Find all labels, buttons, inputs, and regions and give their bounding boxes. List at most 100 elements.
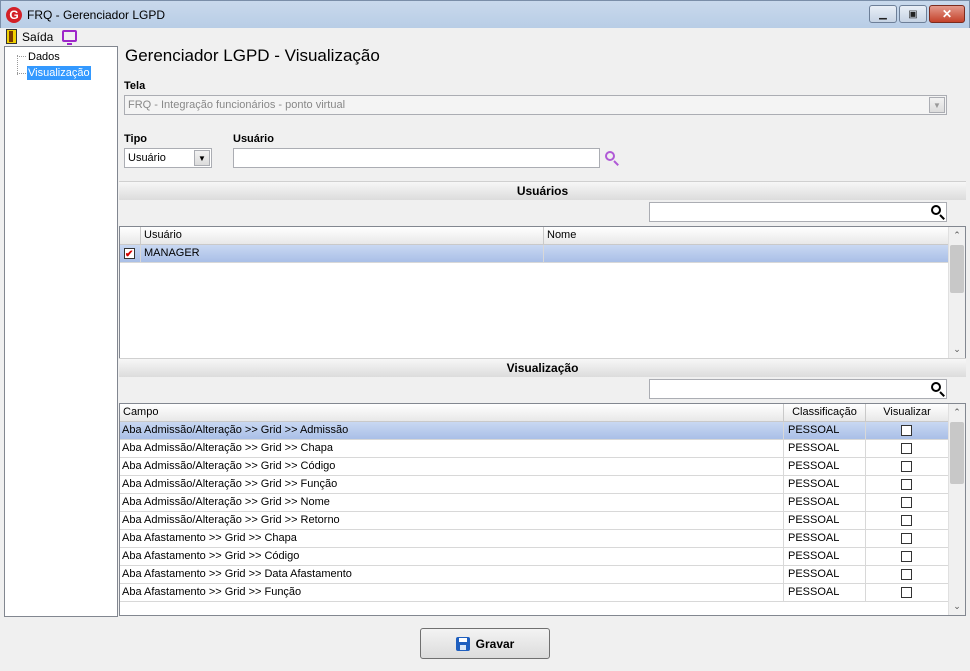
user-usuario-cell: MANAGER <box>141 245 544 262</box>
campo-cell: Aba Afastamento >> Grid >> Código <box>120 548 784 565</box>
table-row[interactable]: Aba Admissão/Alteração >> Grid >> Chapa P… <box>120 440 949 458</box>
tree-connector <box>17 73 26 74</box>
chevron-down-icon: ▼ <box>929 97 945 113</box>
campo-cell: Aba Admissão/Alteração >> Grid >> Chapa <box>120 440 784 457</box>
view-col-campo[interactable]: Campo <box>120 404 784 422</box>
table-row[interactable]: Aba Admissão/Alteração >> Grid >> Código… <box>120 458 949 476</box>
table-row[interactable]: MANAGER <box>120 245 949 263</box>
users-scroll-thumb[interactable] <box>950 245 964 293</box>
classificacao-cell: PESSOAL <box>784 458 866 475</box>
visualizar-cell <box>866 566 949 583</box>
view-col-visualizar[interactable]: Visualizar <box>866 404 949 422</box>
save-button-label: Gravar <box>475 636 515 651</box>
scroll-up-icon[interactable]: ⌃ <box>949 404 965 421</box>
classificacao-cell: PESSOAL <box>784 476 866 493</box>
tela-select-value: FRQ - Integração funcionários - ponto vi… <box>128 99 346 111</box>
users-grid-scrollbar[interactable]: ⌃ ⌄ <box>948 227 965 358</box>
visualizar-cell <box>866 512 949 529</box>
exit-menu-item[interactable]: Saída <box>22 30 53 44</box>
exit-door-icon[interactable] <box>6 29 17 44</box>
table-row[interactable]: Aba Afastamento >> Grid >> Função PESSOAL <box>120 584 949 602</box>
classificacao-cell: PESSOAL <box>784 548 866 565</box>
visualizar-checkbox[interactable] <box>901 479 912 490</box>
view-filter-input[interactable] <box>649 379 947 399</box>
table-row[interactable]: Aba Admissão/Alteração >> Grid >> Retorn… <box>120 512 949 530</box>
save-button[interactable]: Gravar <box>420 628 550 659</box>
minimize-button[interactable]: ▁ <box>869 5 897 23</box>
table-row[interactable]: Aba Afastamento >> Grid >> Código PESSOAL <box>120 548 949 566</box>
visualizar-cell <box>866 530 949 547</box>
usuario-label: Usuário <box>233 133 274 145</box>
campo-cell: Aba Afastamento >> Grid >> Chapa <box>120 530 784 547</box>
visualizar-checkbox[interactable] <box>901 533 912 544</box>
table-row[interactable]: Aba Admissão/Alteração >> Grid >> Admiss… <box>120 422 949 440</box>
view-grid[interactable]: Campo Classificação Visualizar Aba Admis… <box>119 403 966 616</box>
view-section-header: Visualização <box>119 358 966 377</box>
page-title: Gerenciador LGPD - Visualização <box>125 46 380 65</box>
scroll-down-icon[interactable]: ⌄ <box>949 598 965 615</box>
table-row[interactable]: Aba Afastamento >> Grid >> Data Afastame… <box>120 566 949 584</box>
visualizar-checkbox[interactable] <box>901 497 912 508</box>
tipo-select[interactable]: Usuário ▼ <box>124 148 212 168</box>
tree-item-dados[interactable]: Dados <box>27 50 61 64</box>
user-row-checkbox[interactable] <box>124 246 135 262</box>
campo-cell: Aba Afastamento >> Grid >> Data Afastame… <box>120 566 784 583</box>
users-grid-header: Usuário Nome <box>120 227 949 245</box>
visualizar-checkbox[interactable] <box>901 443 912 454</box>
visualizar-checkbox[interactable] <box>901 587 912 598</box>
campo-cell: Aba Afastamento >> Grid >> Função <box>120 584 784 601</box>
table-row[interactable]: Aba Admissão/Alteração >> Grid >> Função… <box>120 476 949 494</box>
window-title: FRQ - Gerenciador LGPD <box>27 8 166 22</box>
usuario-input[interactable] <box>233 148 600 168</box>
campo-cell: Aba Admissão/Alteração >> Grid >> Admiss… <box>120 422 784 439</box>
tela-select[interactable]: FRQ - Integração funcionários - ponto vi… <box>124 95 947 115</box>
close-icon: ✕ <box>941 7 953 21</box>
view-search-icon[interactable] <box>931 382 945 397</box>
visualizar-checkbox[interactable] <box>901 515 912 526</box>
tree-connector <box>17 56 26 57</box>
visualizar-cell <box>866 548 949 565</box>
classificacao-cell: PESSOAL <box>784 440 866 457</box>
campo-cell: Aba Admissão/Alteração >> Grid >> Nome <box>120 494 784 511</box>
visualizar-cell <box>866 458 949 475</box>
maximize-button[interactable]: ▣ <box>899 5 927 23</box>
campo-cell: Aba Admissão/Alteração >> Grid >> Retorn… <box>120 512 784 529</box>
table-row[interactable]: Aba Admissão/Alteração >> Grid >> Nome PE… <box>120 494 949 512</box>
users-col-nome[interactable]: Nome <box>544 227 949 245</box>
users-grid-check-col <box>120 227 141 245</box>
users-search-icon[interactable] <box>931 205 945 220</box>
navigation-tree: Dados Visualização <box>4 46 118 617</box>
view-col-classificacao[interactable]: Classificação <box>784 404 866 422</box>
menu-bar: Saída <box>0 28 970 46</box>
scroll-up-icon[interactable]: ⌃ <box>949 227 965 244</box>
classificacao-cell: PESSOAL <box>784 512 866 529</box>
visualizar-cell <box>866 584 949 601</box>
visualizar-checkbox[interactable] <box>901 569 912 580</box>
tree-item-visualizacao[interactable]: Visualização <box>27 66 91 80</box>
visualizar-checkbox[interactable] <box>901 551 912 562</box>
campo-cell: Aba Admissão/Alteração >> Grid >> Código <box>120 458 784 475</box>
view-scroll-thumb[interactable] <box>950 422 964 484</box>
users-filter-input[interactable] <box>649 202 947 222</box>
users-section-header: Usuários <box>119 181 966 200</box>
minimize-icon: ▁ <box>879 8 887 20</box>
users-grid[interactable]: Usuário Nome MANAGER ⌃ ⌄ <box>119 226 966 359</box>
maximize-icon: ▣ <box>908 8 918 20</box>
visualizar-checkbox[interactable] <box>901 425 912 436</box>
tipo-select-value: Usuário <box>128 152 166 164</box>
monitor-icon[interactable] <box>62 30 77 45</box>
close-button[interactable]: ✕ <box>929 5 965 23</box>
classificacao-cell: PESSOAL <box>784 566 866 583</box>
users-col-usuario[interactable]: Usuário <box>141 227 544 245</box>
visualizar-cell <box>866 494 949 511</box>
table-row[interactable]: Aba Afastamento >> Grid >> Chapa PESSOAL <box>120 530 949 548</box>
usuario-search-icon[interactable] <box>605 151 619 166</box>
visualizar-checkbox[interactable] <box>901 461 912 472</box>
view-grid-scrollbar[interactable]: ⌃ ⌄ <box>948 404 965 615</box>
user-nome-cell <box>544 245 949 262</box>
chevron-down-icon: ▼ <box>194 150 210 166</box>
title-bar: G FRQ - Gerenciador LGPD ▁ ▣ ✕ <box>0 0 970 28</box>
campo-cell: Aba Admissão/Alteração >> Grid >> Função <box>120 476 784 493</box>
classificacao-cell: PESSOAL <box>784 494 866 511</box>
scroll-down-icon[interactable]: ⌄ <box>949 341 965 358</box>
